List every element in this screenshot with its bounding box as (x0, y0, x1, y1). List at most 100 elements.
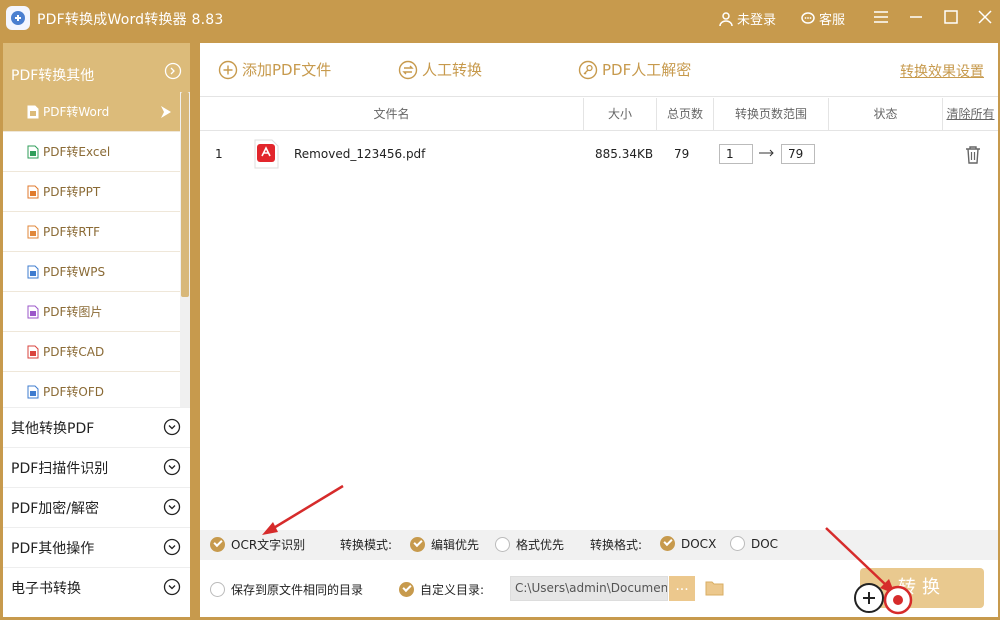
service-button[interactable]: 客服 (800, 9, 845, 28)
sidebar-group-label: 电子书转换 (11, 580, 81, 597)
col-range: 转换页数范围 (714, 98, 829, 131)
sidebar-item-pdf-to-ofd[interactable]: PDF转OFD (3, 372, 180, 412)
trash-icon[interactable] (964, 145, 982, 165)
add-pdf-button[interactable]: 添加PDF文件 (218, 59, 331, 80)
check-circle-icon (210, 537, 225, 552)
sidebar-item-label: PDF转PPT (43, 185, 101, 199)
word-file-icon (27, 105, 39, 118)
sidebar-group-ebook[interactable]: 电子书转换 (3, 567, 190, 607)
radio-empty-icon (730, 536, 745, 551)
mode-edit-label: 编辑优先 (431, 538, 480, 552)
sidebar-item-pdf-to-wps[interactable]: PDF转WPS (3, 252, 180, 292)
check-circle-icon (660, 536, 675, 551)
manual-convert-label: 人工转换 (422, 61, 483, 79)
image-file-icon (27, 305, 39, 318)
manual-decrypt-label: PDF人工解密 (602, 61, 692, 79)
col-size: 大小 (584, 98, 657, 131)
sidebar-group-scan-ocr[interactable]: PDF扫描件识别 (3, 447, 190, 487)
chat-icon (801, 11, 815, 24)
row-filename: Removed_123456.pdf (294, 147, 426, 161)
same-dir-label: 保存到原文件相同的目录 (231, 583, 364, 597)
sidebar-group-other-to-pdf[interactable]: 其他转换PDF (3, 407, 190, 447)
col-filename: 文件名 (200, 98, 584, 131)
custom-dir-radio[interactable]: 自定义目录: (399, 581, 484, 598)
manual-decrypt-button[interactable]: PDF人工解密 (578, 59, 691, 80)
sidebar-item-pdf-to-ppt[interactable]: PDF转PPT (3, 172, 180, 212)
convert-button[interactable]: 转换 (860, 568, 984, 608)
main-panel: 添加PDF文件 人工转换 PDF人工解密 转换效果设置 文件名 大小 总页数 转… (200, 43, 998, 617)
radio-empty-icon (210, 582, 225, 597)
conversion-settings-link[interactable]: 转换效果设置 (900, 61, 984, 81)
pdf-file-icon (252, 139, 280, 169)
same-dir-radio[interactable]: 保存到原文件相同的目录 (210, 581, 363, 598)
sidebar-group-label: PDF其他操作 (11, 540, 95, 557)
sidebar-group-encrypt-decrypt[interactable]: PDF加密/解密 (3, 487, 190, 527)
row-pages: 79 (674, 147, 690, 161)
sidebar-item-pdf-to-image[interactable]: PDF转图片 (3, 292, 180, 332)
sidebar-item-label: PDF转Word (43, 105, 110, 119)
chevron-right-circle-icon (164, 62, 182, 80)
sidebar-group-label: PDF扫描件识别 (11, 460, 109, 477)
sidebar-item-pdf-to-word[interactable]: PDF转Word (3, 92, 180, 132)
scrollbar-thumb[interactable] (181, 92, 189, 297)
sidebar-group-label: 其他转换PDF (11, 420, 95, 437)
sidebar-item-pdf-to-cad[interactable]: PDF转CAD (3, 332, 180, 372)
close-button[interactable] (974, 6, 996, 28)
app-logo-icon (6, 6, 30, 30)
format-docx-radio[interactable]: DOCX (660, 536, 716, 551)
sidebar-item-pdf-to-rtf[interactable]: PDF转RTF (3, 212, 180, 252)
mode-edit-radio[interactable]: 编辑优先 (410, 536, 479, 553)
maximize-button[interactable] (940, 6, 962, 28)
login-button[interactable]: 未登录 (718, 9, 776, 28)
mode-label: 转换模式: (340, 538, 393, 552)
format-doc-radio[interactable]: DOC (730, 536, 778, 551)
minimize-icon (910, 16, 922, 18)
swap-circle-icon (398, 60, 418, 79)
sidebar-scrollbar[interactable] (180, 92, 190, 408)
menu-button[interactable] (870, 6, 892, 28)
chevron-down-circle-icon (163, 458, 181, 476)
excel-file-icon (27, 145, 39, 158)
cad-file-icon (27, 345, 39, 358)
title-bar: PDF转换成Word转换器 8.83 未登录 客服 (0, 0, 1000, 36)
check-circle-icon (399, 582, 414, 597)
radio-empty-icon (495, 537, 510, 552)
page-to-input[interactable]: 79 (781, 144, 815, 164)
wps-file-icon (27, 265, 39, 278)
user-icon (719, 11, 733, 26)
page-from-input[interactable]: 1 (719, 144, 753, 164)
col-status: 状态 (829, 98, 943, 131)
toolbar: 添加PDF文件 人工转换 PDF人工解密 转换效果设置 (200, 43, 998, 97)
row-index: 1 (215, 147, 223, 161)
sidebar-item-pdf-to-excel[interactable]: PDF转Excel (3, 132, 180, 172)
clear-all-link[interactable]: 清除所有 (943, 98, 998, 131)
minimize-button[interactable] (905, 6, 927, 28)
sidebar-item-label: PDF转CAD (43, 345, 105, 359)
hamburger-icon (874, 11, 888, 23)
docx-label: DOCX (681, 536, 717, 551)
table-row[interactable]: 1 Removed_123456.pdf 885.34KB 79 1 79 (200, 132, 998, 176)
key-circle-icon (578, 60, 598, 79)
manual-convert-button[interactable]: 人工转换 (398, 59, 482, 80)
folder-icon[interactable] (705, 579, 725, 597)
triangle-right-icon (161, 106, 171, 118)
ppt-file-icon (27, 185, 39, 198)
maximize-icon (944, 10, 958, 24)
plus-circle-icon (218, 60, 238, 79)
browse-button[interactable]: ... (669, 576, 695, 601)
sidebar-sub-list: PDF转Word PDF转Excel PDF转PPT PDF转RTF PDF转W… (3, 92, 180, 412)
ocr-checkbox[interactable]: OCR文字识别 (210, 536, 305, 553)
rtf-file-icon (27, 225, 39, 238)
mode-format-radio[interactable]: 格式优先 (495, 536, 564, 553)
service-label: 客服 (819, 13, 846, 28)
chevron-down-circle-icon (163, 418, 181, 436)
arrow-right-icon (759, 149, 774, 157)
sidebar-group-other-ops[interactable]: PDF其他操作 (3, 527, 190, 567)
check-circle-icon (410, 537, 425, 552)
close-icon (978, 10, 992, 24)
add-pdf-label: 添加PDF文件 (242, 61, 332, 79)
file-table-header: 文件名 大小 总页数 转换页数范围 状态 清除所有 (200, 98, 998, 131)
options-bar: OCR文字识别 转换模式: 编辑优先 格式优先 转换格式: DOCX DOC (200, 530, 998, 560)
output-path-field[interactable]: C:\Users\admin\Documents (510, 576, 668, 601)
sidebar-group-label: PDF加密/解密 (11, 500, 99, 517)
